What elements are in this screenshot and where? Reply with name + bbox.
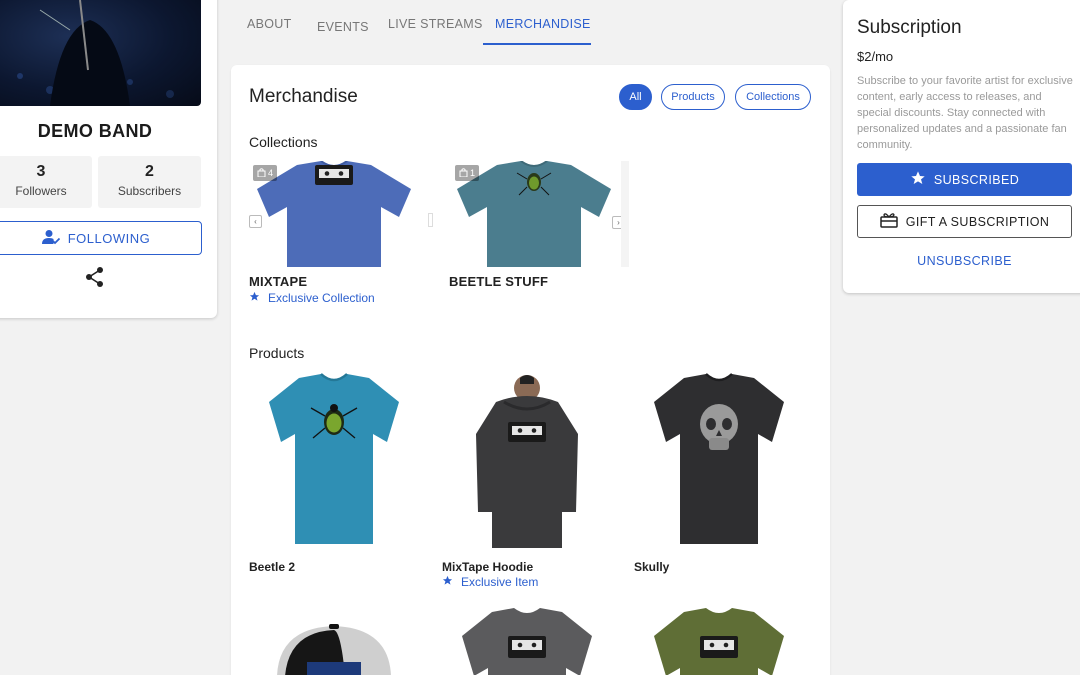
collection-item-count-badge: 1 [455,165,480,181]
following-button-label: FOLLOWING [67,230,151,246]
filter-collections[interactable]: Collections [735,84,811,110]
subscribers-stat[interactable]: 2 Subscribers [98,156,201,208]
following-button[interactable]: FOLLOWING [0,221,202,255]
filter-products[interactable]: Products [661,84,725,110]
exclusive-item-label: Exclusive Item [442,575,538,589]
carousel-edge [621,161,629,267]
unsubscribe-link[interactable]: UNSUBSCRIBE [857,254,1072,268]
gift-subscription-label: GIFT A SUBSCRIPTION [905,214,1050,229]
collection-item-count: 4 [268,168,274,178]
product-name-mixtape-hoodie[interactable]: MixTape Hoodie [442,560,533,574]
merchandise-panel: Merchandise All Products Collections Col… [231,65,830,675]
tab-live-streams[interactable]: LIVE STREAMS [388,17,483,31]
collection-image-beetle-stuff[interactable]: 1 [451,161,621,267]
subscribers-label: Subscribers [117,184,182,198]
subscribers-count: 2 [145,163,154,180]
exclusive-collection-label: Exclusive Collection [249,291,375,305]
subscription-title: Subscription [857,17,962,38]
collection-name-mixtape[interactable]: MIXTAPE [249,274,307,289]
products-section-title: Products [249,345,305,361]
share-icon[interactable] [84,266,106,288]
profile-card: DEMO BAND 3 Followers 2 Subscribers FOLL… [0,0,217,318]
band-name: DEMO BAND [37,121,153,141]
bag-icon [257,167,266,179]
carousel-divider [428,213,433,227]
product-image-gray-tee[interactable] [442,606,612,675]
collections-section-title: Collections [249,134,318,150]
collection-item-count: 1 [470,168,476,178]
tab-events[interactable]: EVENTS [317,20,369,34]
star-icon [249,291,260,305]
subscription-description: Subscribe to your favorite artist for ex… [857,75,1073,151]
carousel-prev-button[interactable]: ‹ [249,215,262,228]
tab-merchandise[interactable]: MERCHANDISE [495,17,591,31]
star-icon [442,575,453,589]
gift-card-icon [879,212,898,231]
collection-image-mixtape[interactable]: 4 [249,161,419,267]
subscription-price: $2/mo [857,49,894,64]
product-image-mixtape-hoodie[interactable] [442,372,612,548]
product-image-beetle-2[interactable] [249,372,419,548]
star-icon [910,170,926,189]
followers-stat[interactable]: 3 Followers [0,156,92,208]
followers-count: 3 [36,163,46,180]
product-image-cap[interactable] [249,606,419,675]
merchandise-title: Merchandise [249,86,358,107]
subscribed-button-label: SUBSCRIBED [933,172,1020,187]
collection-item-count-badge: 4 [253,165,278,181]
subscribed-button[interactable]: SUBSCRIBED [857,163,1072,196]
subscription-card: Subscription $2/mo Subscribe to your fav… [843,0,1080,293]
collection-name-beetle-stuff[interactable]: BEETLE STUFF [449,274,548,289]
tab-about[interactable]: ABOUT [247,17,292,31]
product-name-beetle-2[interactable]: Beetle 2 [249,560,295,574]
active-tab-indicator [483,43,591,45]
band-cover-image [0,0,201,106]
product-image-olive-tee[interactable] [634,606,804,675]
filter-all[interactable]: All [619,84,652,110]
user-check-icon [41,229,60,248]
product-image-skully[interactable] [634,372,804,548]
gift-subscription-button[interactable]: GIFT A SUBSCRIPTION [857,205,1072,238]
product-name-skully[interactable]: Skully [634,560,669,574]
followers-label: Followers [15,184,67,198]
bag-icon [459,167,468,179]
